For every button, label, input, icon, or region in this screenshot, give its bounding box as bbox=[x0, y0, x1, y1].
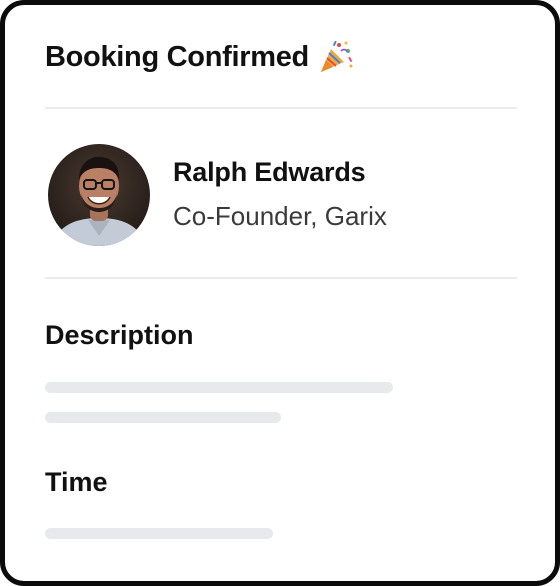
booking-confirmed-card: Booking Confirmed Ralph Edwards Co-Found… bbox=[0, 0, 560, 586]
time-skeleton-line bbox=[45, 528, 273, 539]
profile-divider bbox=[45, 277, 517, 279]
description-skeleton-line bbox=[45, 382, 393, 393]
party-popper-icon bbox=[317, 39, 353, 75]
description-heading: Description bbox=[45, 320, 194, 350]
person-role: Co-Founder, Garix bbox=[173, 201, 387, 231]
card-header: Booking Confirmed bbox=[45, 35, 353, 79]
header-divider bbox=[45, 107, 517, 109]
person-name: Ralph Edwards bbox=[173, 157, 366, 187]
avatar bbox=[48, 144, 150, 246]
card-title: Booking Confirmed bbox=[45, 40, 309, 73]
description-skeleton-line bbox=[45, 412, 281, 423]
time-heading: Time bbox=[45, 467, 108, 497]
